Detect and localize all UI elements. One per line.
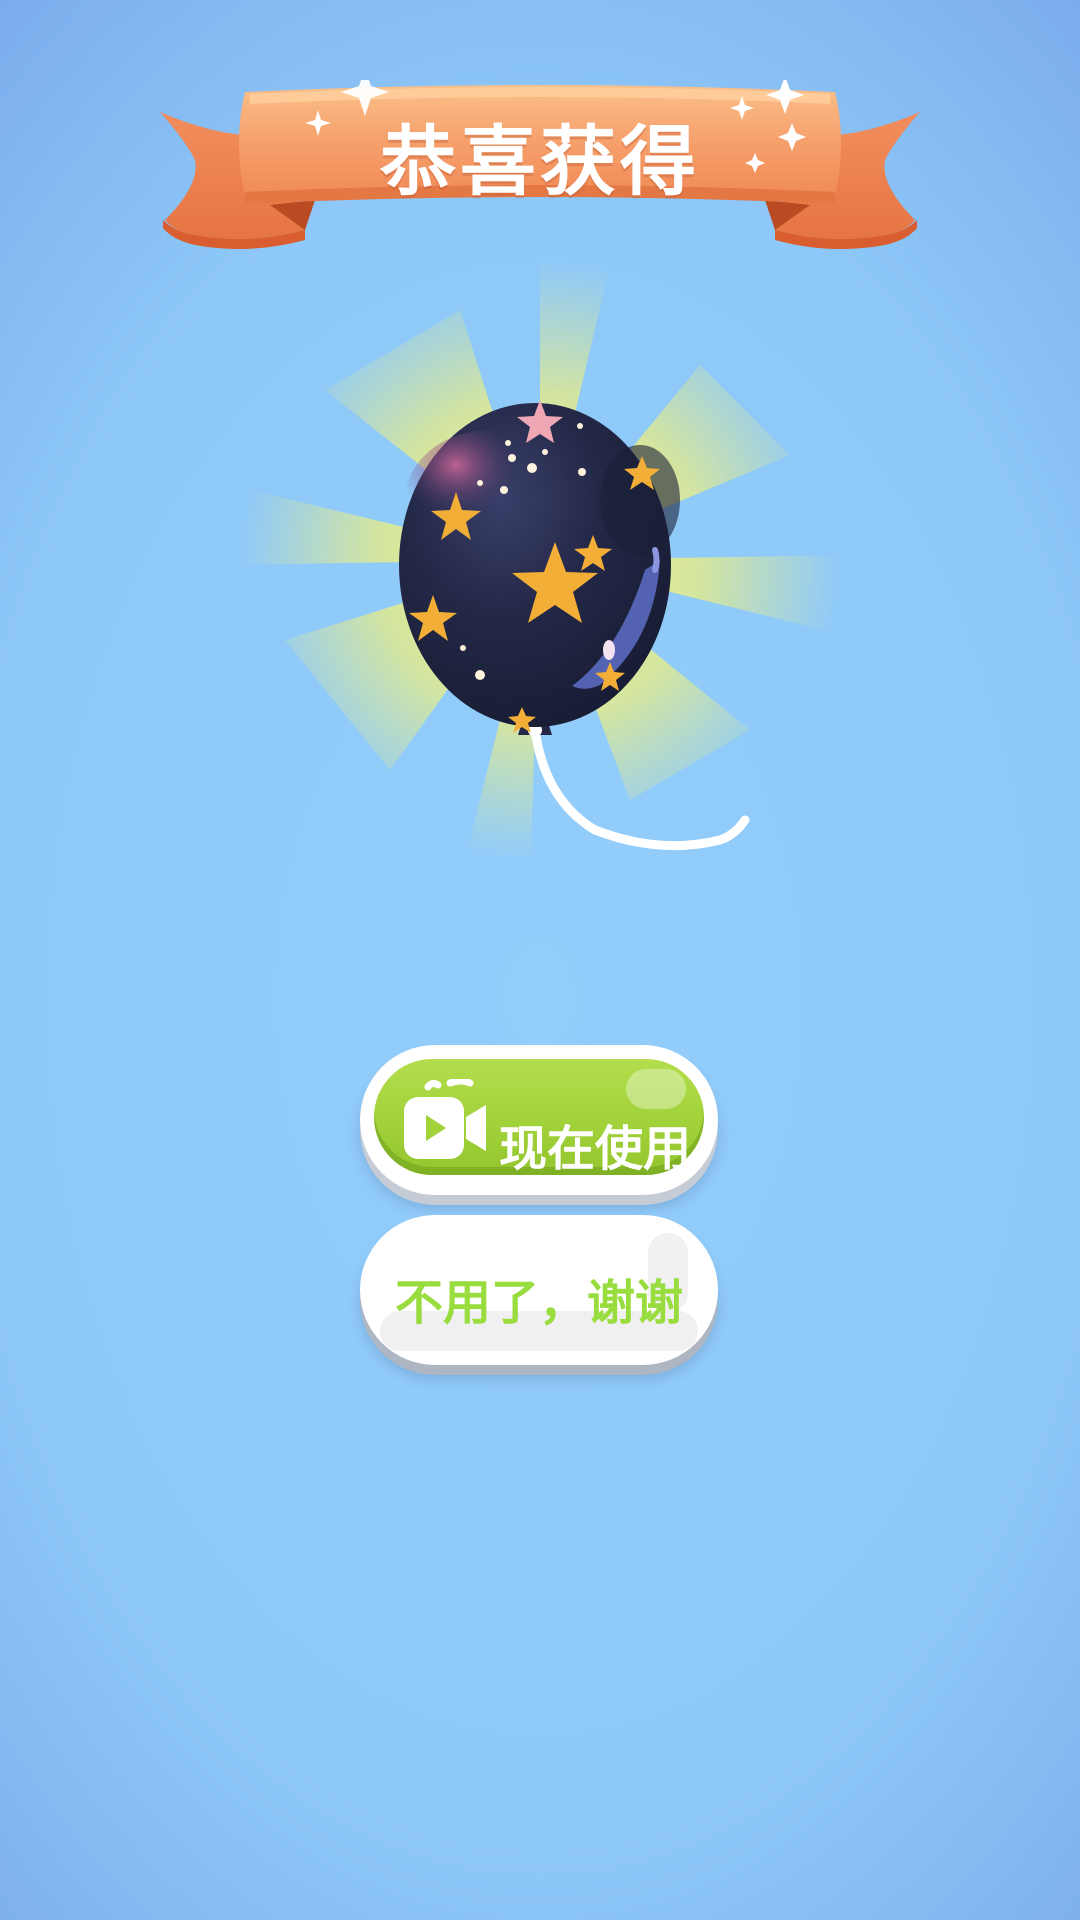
congrats-banner: 恭喜获得 bbox=[155, 80, 925, 250]
banner-title: 恭喜获得 bbox=[380, 117, 700, 206]
starry-balloon-icon bbox=[215, 240, 865, 885]
decline-button[interactable]: 不用了，谢谢 bbox=[360, 1215, 718, 1365]
video-camera-icon bbox=[404, 1079, 486, 1159]
reward-item bbox=[200, 230, 880, 910]
use-now-button[interactable]: 现在使用 bbox=[360, 1045, 718, 1195]
button-gloss bbox=[626, 1069, 686, 1109]
decline-label: 不用了，谢谢 bbox=[394, 1275, 683, 1331]
use-now-label: 现在使用 bbox=[499, 1121, 692, 1175]
use-now-button-face: 现在使用 bbox=[374, 1059, 704, 1175]
reward-popup: 恭喜获得 现在使用 不用了，谢谢 bbox=[0, 0, 1080, 1920]
